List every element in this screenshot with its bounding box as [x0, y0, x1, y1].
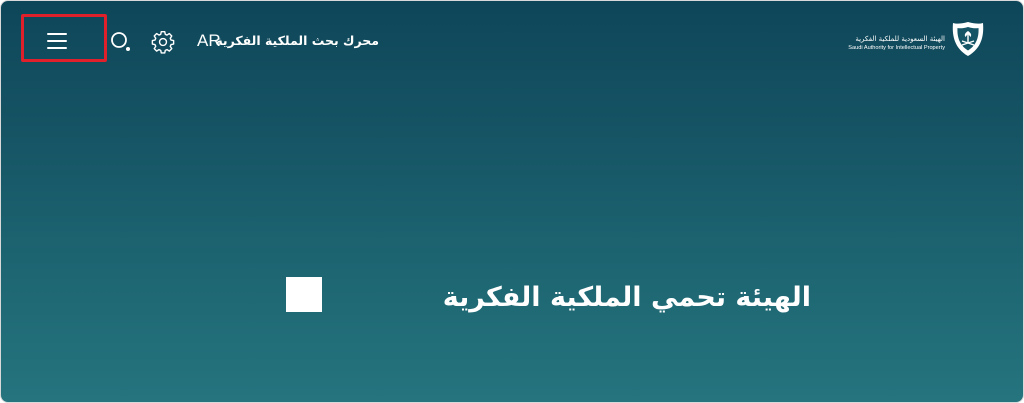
logo-name-arabic: الهيئة السعودية للملكية الفكرية [855, 35, 945, 43]
search-icon[interactable] [109, 30, 133, 54]
hero-title: الهيئة تحمي الملكية الفكرية [442, 282, 811, 313]
gear-icon[interactable] [150, 29, 176, 55]
logo-name-english: Saudi Authority for Intellectual Propert… [848, 45, 945, 51]
gear-icon-svg [151, 31, 175, 54]
search-icon-svg [111, 32, 130, 51]
saip-emblem-svg [952, 22, 984, 56]
highlight-annotation [21, 14, 107, 62]
text-cursor-block [286, 277, 322, 312]
saip-logo[interactable]: الهيئة السعودية للملكية الفكرية Saudi Au… [833, 21, 985, 59]
ip-search-engine-link[interactable]: محرك بحث الملكية الفكرية [215, 31, 379, 51]
page-frame: AR محرك بحث الملكية الفكرية الهيئة السعو… [0, 0, 1024, 403]
saip-emblem-icon [951, 21, 985, 57]
